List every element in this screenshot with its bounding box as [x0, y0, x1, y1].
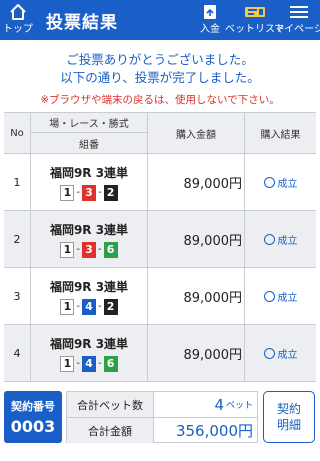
row-bet: 福岡9R 3連単 1- 3- 6 — [31, 211, 148, 267]
header-result: 購入結果 — [260, 129, 301, 141]
betlist-button[interactable]: ベットリスト — [225, 0, 285, 40]
combination: 1- 4- 2 — [60, 298, 118, 315]
boat-number: 3 — [82, 184, 96, 201]
home-label: トップ — [3, 24, 33, 35]
app-header: トップ 投票結果 入金 ベットリスト マイページ — [0, 0, 320, 40]
table-row: 1 福岡9R 3連単 1- 3- 2 89,000円 成立 — [4, 154, 316, 211]
boat-number: 4 — [82, 298, 96, 315]
ticket-icon — [243, 0, 267, 24]
table-row: 4 福岡9R 3連単 1- 4- 6 89,000円 成立 — [4, 325, 316, 382]
circle-icon — [263, 347, 275, 359]
boat-number: 6 — [103, 241, 118, 258]
boat-number: 6 — [103, 355, 118, 372]
amount-text: 89,000円 — [183, 290, 243, 306]
row-amount: 89,000円 — [148, 325, 245, 381]
boat-number: 1 — [60, 241, 75, 258]
boat-number: 2 — [103, 184, 118, 201]
contract-number-box: 契約番号 0003 — [4, 391, 62, 443]
total-bets-unit: ベット — [225, 401, 253, 411]
mypage-button[interactable]: マイページ — [274, 0, 320, 40]
row-result: 成立 — [245, 268, 316, 324]
boat-number: 1 — [60, 184, 75, 201]
row-bet: 福岡9R 3連単 1- 4- 6 — [31, 325, 148, 381]
circle-icon — [263, 176, 275, 188]
header-bet-bottom: 組番 — [79, 139, 99, 151]
summary-footer: 契約番号 0003 合計ベット数 4 ベット 合計金額 356,000円 契約 … — [4, 389, 316, 445]
result-text: 成立 — [277, 235, 298, 247]
combination: 1- 3- 2 — [60, 184, 118, 201]
result-text: 成立 — [277, 178, 298, 190]
home-button[interactable]: トップ — [2, 0, 34, 40]
deposit-button[interactable]: 入金 — [194, 0, 226, 40]
row-no: 2 — [4, 211, 31, 267]
row-bet: 福岡9R 3連単 1- 3- 2 — [31, 154, 148, 210]
race-name: 福岡9R 3連単 — [49, 279, 129, 294]
total-amount-label: 合計金額 — [67, 418, 154, 443]
race-name: 福岡9R 3連単 — [49, 336, 129, 351]
total-amount-text: 356,000円 — [175, 422, 253, 440]
result-text: 成立 — [277, 292, 298, 304]
row-result: 成立 — [245, 154, 316, 210]
boat-number: 4 — [82, 355, 96, 372]
amount-text: 89,000円 — [183, 176, 243, 192]
row-no: 4 — [4, 325, 31, 381]
header-bet: 場・レース・勝式 組番 — [31, 113, 148, 153]
table-row: 3 福岡9R 3連単 1- 4- 2 89,000円 成立 — [4, 268, 316, 325]
complete-message: 以下の通り、投票が完了しました。 — [60, 70, 260, 85]
circle-icon — [263, 290, 275, 302]
header-amount: 購入金額 — [148, 113, 245, 153]
detail-label-1: 契約 — [276, 402, 301, 416]
race-name: 福岡9R 3連単 — [49, 222, 129, 237]
totals-table: 合計ベット数 4 ベット 合計金額 356,000円 — [66, 391, 258, 443]
row-bet: 福岡9R 3連単 1- 4- 2 — [31, 268, 148, 324]
header-bet-top: 場・レース・勝式 — [31, 113, 147, 133]
table-row: 2 福岡9R 3連単 1- 3- 6 89,000円 成立 — [4, 211, 316, 268]
warning-message: ※ブラウザや端末の戻るは、使用しないで下さい。 — [40, 94, 280, 106]
row-amount: 89,000円 — [148, 211, 245, 267]
row-amount: 89,000円 — [148, 268, 245, 324]
total-bets-count: 4 — [214, 395, 224, 414]
home-icon — [8, 0, 28, 24]
detail-label-2: 明細 — [276, 418, 301, 432]
deposit-label: 入金 — [200, 24, 220, 35]
boat-number: 1 — [60, 298, 75, 315]
row-result: 成立 — [245, 211, 316, 267]
circle-icon — [263, 233, 275, 245]
row-result: 成立 — [245, 325, 316, 381]
race-name: 福岡9R 3連単 — [49, 165, 129, 180]
combination: 1- 3- 6 — [60, 241, 118, 258]
menu-icon — [289, 0, 309, 24]
contract-detail-button[interactable]: 契約 明細 — [263, 391, 315, 443]
total-bets-value: 4 ベット — [154, 392, 253, 417]
boat-number: 1 — [60, 355, 75, 372]
combination: 1- 4- 6 — [60, 355, 118, 372]
mypage-label: マイページ — [274, 24, 320, 35]
deposit-icon — [201, 0, 219, 24]
result-table: No 場・レース・勝式 組番 購入金額 購入結果 1 福岡9R 3連単 1- 3… — [4, 112, 316, 382]
total-bets-row: 合計ベット数 4 ベット — [67, 392, 257, 418]
table-header: No 場・レース・勝式 組番 購入金額 購入結果 — [4, 113, 316, 154]
contract-number: 0003 — [10, 417, 56, 436]
row-no: 3 — [4, 268, 31, 324]
page-title: 投票結果 — [46, 13, 118, 33]
header-no: No — [4, 113, 31, 153]
total-amount-row: 合計金額 356,000円 — [67, 418, 257, 443]
boat-number: 2 — [103, 298, 118, 315]
thanks-message: ご投票ありがとうございました。 — [66, 52, 254, 67]
contract-label: 契約番号 — [11, 400, 55, 413]
boat-number: 3 — [82, 241, 96, 258]
amount-text: 89,000円 — [183, 233, 243, 249]
row-no: 1 — [4, 154, 31, 210]
result-text: 成立 — [277, 349, 298, 361]
amount-text: 89,000円 — [183, 347, 243, 363]
total-amount-value: 356,000円 — [154, 418, 253, 443]
total-bets-label: 合計ベット数 — [67, 392, 154, 417]
row-amount: 89,000円 — [148, 154, 245, 210]
